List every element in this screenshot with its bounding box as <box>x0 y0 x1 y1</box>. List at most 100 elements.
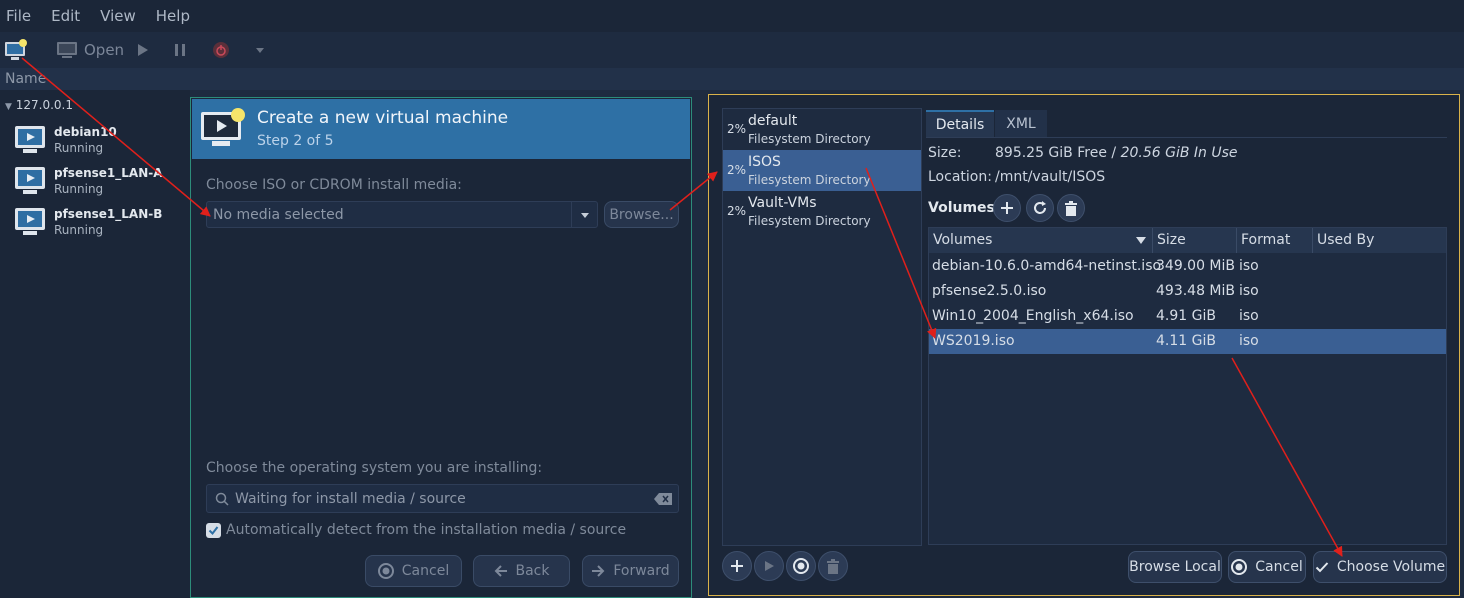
delete-volume-button[interactable] <box>1057 194 1085 222</box>
expand-arrow-icon: ▼ <box>5 102 12 112</box>
size-label: Size: <box>928 145 962 161</box>
chevron-down-icon <box>256 48 265 53</box>
os-label: Choose the operating system you are inst… <box>206 460 543 476</box>
vm-status: Running <box>54 223 104 237</box>
pause-button[interactable] <box>172 42 194 58</box>
sort-descending-icon <box>1136 237 1146 244</box>
dialog-cancel-button[interactable]: Cancel <box>1228 551 1306 583</box>
wizard-cancel-button[interactable]: Cancel <box>365 555 462 587</box>
size-free: 895.25 GiB Free / <box>995 145 1121 161</box>
stop-icon <box>793 558 809 574</box>
vm-list-header[interactable]: Name <box>0 68 1464 90</box>
browse-local-button[interactable]: Browse Local <box>1128 551 1222 583</box>
column-header-volumes[interactable]: Volumes <box>929 228 1153 253</box>
menu-file[interactable]: File <box>6 7 31 25</box>
check-icon <box>208 525 219 535</box>
browse-button[interactable]: Browse... <box>604 201 679 228</box>
size-row: Size: 895.25 GiB Free / 20.56 GiB In Use <box>928 145 1238 161</box>
trash-icon <box>827 558 839 574</box>
host-connection[interactable]: ▼ 127.0.0.1 <box>5 98 73 112</box>
volume-size: 349.00 MiB <box>1156 258 1236 274</box>
auto-detect-checkbox-row[interactable]: Automatically detect from the installati… <box>206 522 626 538</box>
power-icon <box>213 42 230 58</box>
media-label: Choose ISO or CDROM install media: <box>206 177 462 193</box>
choose-volume-button[interactable]: Choose Volume <box>1313 551 1447 583</box>
refresh-volumes-button[interactable] <box>1026 194 1054 222</box>
pool-name: Vault-VMs <box>748 195 817 211</box>
table-row[interactable]: WS2019.iso 4.11 GiB iso <box>929 329 1446 354</box>
chevron-down-icon[interactable] <box>571 202 597 227</box>
add-volume-button[interactable] <box>993 194 1021 222</box>
os-search-input[interactable]: Waiting for install media / source <box>206 484 679 513</box>
cancel-icon <box>377 563 394 579</box>
volume-name: debian-10.6.0-amd64-netinst.iso <box>932 258 1162 274</box>
pool-item[interactable]: 2% ISOS Filesystem Directory <box>723 150 921 191</box>
location-row: Location: /mnt/vault/ISOS <box>928 169 1105 185</box>
tab-divider <box>926 137 1447 138</box>
menu-view[interactable]: View <box>100 7 136 25</box>
tab-xml[interactable]: XML <box>995 110 1047 138</box>
pool-type: Filesystem Directory <box>748 173 871 187</box>
pause-icon <box>175 44 186 56</box>
pool-type: Filesystem Directory <box>748 214 871 228</box>
arrow-left-icon <box>494 565 507 577</box>
new-vm-button[interactable] <box>4 39 34 61</box>
pool-name: ISOS <box>748 154 781 170</box>
trash-icon <box>1065 200 1077 216</box>
browse-label: Browse... <box>609 206 674 223</box>
storage-pool-list: 2% default Filesystem Directory 2% ISOS … <box>722 108 922 546</box>
wizard-back-button[interactable]: Back <box>473 555 570 587</box>
refresh-icon <box>1034 201 1046 214</box>
open-button[interactable]: Open <box>56 40 124 60</box>
column-header-used-by[interactable]: Used By <box>1313 228 1446 253</box>
cancel-label: Cancel <box>1255 559 1303 575</box>
column-header-size[interactable]: Size <box>1153 228 1237 253</box>
delete-pool-button[interactable] <box>818 551 848 581</box>
add-pool-button[interactable] <box>722 551 752 581</box>
stop-pool-button[interactable] <box>786 551 816 581</box>
shutdown-menu-button[interactable] <box>254 44 272 56</box>
arrow-right-icon <box>592 565 605 577</box>
wizard-title: Create a new virtual machine <box>257 108 509 128</box>
volume-name: pfsense2.5.0.iso <box>932 283 1047 299</box>
table-row[interactable]: debian-10.6.0-amd64-netinst.iso 349.00 M… <box>929 254 1446 279</box>
pool-usage: 2% <box>727 163 747 177</box>
volume-name: WS2019.iso <box>932 333 1015 349</box>
cancel-icon <box>1231 559 1248 575</box>
vm-item[interactable]: debian10 Running <box>14 124 117 156</box>
pool-item[interactable]: 2% default Filesystem Directory <box>723 109 921 150</box>
pool-usage: 2% <box>727 204 747 218</box>
vm-monitor-icon <box>15 126 45 153</box>
pool-item[interactable]: 2% Vault-VMs Filesystem Directory <box>723 191 921 232</box>
volume-format: iso <box>1239 308 1259 324</box>
tab-details[interactable]: Details <box>926 110 994 138</box>
table-row[interactable]: Win10_2004_English_x64.iso 4.91 GiB iso <box>929 304 1446 329</box>
vm-item[interactable]: pfsense1_LAN-B Running <box>14 206 162 238</box>
wizard-step: Step 2 of 5 <box>257 133 334 149</box>
wizard-forward-button[interactable]: Forward <box>582 555 679 587</box>
browse-local-label: Browse Local <box>1129 559 1221 575</box>
vm-item[interactable]: pfsense1_LAN-A Running <box>14 165 163 197</box>
cancel-label: Cancel <box>401 563 450 579</box>
location-label: Location: <box>928 169 992 185</box>
pool-type: Filesystem Directory <box>748 132 871 146</box>
media-combo[interactable]: No media selected <box>206 201 598 228</box>
volume-name: Win10_2004_English_x64.iso <box>932 308 1134 324</box>
run-button[interactable] <box>134 42 156 58</box>
clear-icon[interactable] <box>654 493 672 505</box>
volume-size: 4.91 GiB <box>1156 308 1216 324</box>
menu-help[interactable]: Help <box>156 7 190 25</box>
table-row[interactable]: pfsense2.5.0.iso 493.48 MiB iso <box>929 279 1446 304</box>
vm-name: pfsense1_LAN-A <box>54 166 163 180</box>
column-header-format[interactable]: Format <box>1237 228 1313 253</box>
shutdown-button[interactable] <box>212 41 236 59</box>
vm-list: ▼ 127.0.0.1 debian10 Running pfsense1_LAN… <box>0 90 190 598</box>
vm-status: Running <box>54 141 104 155</box>
volume-format: iso <box>1239 333 1259 349</box>
play-icon <box>138 44 149 56</box>
volume-size: 493.48 MiB <box>1156 283 1236 299</box>
menu-edit[interactable]: Edit <box>51 7 80 25</box>
volume-format: iso <box>1239 258 1259 274</box>
start-pool-button[interactable] <box>754 551 784 581</box>
auto-detect-checkbox[interactable] <box>206 522 221 538</box>
